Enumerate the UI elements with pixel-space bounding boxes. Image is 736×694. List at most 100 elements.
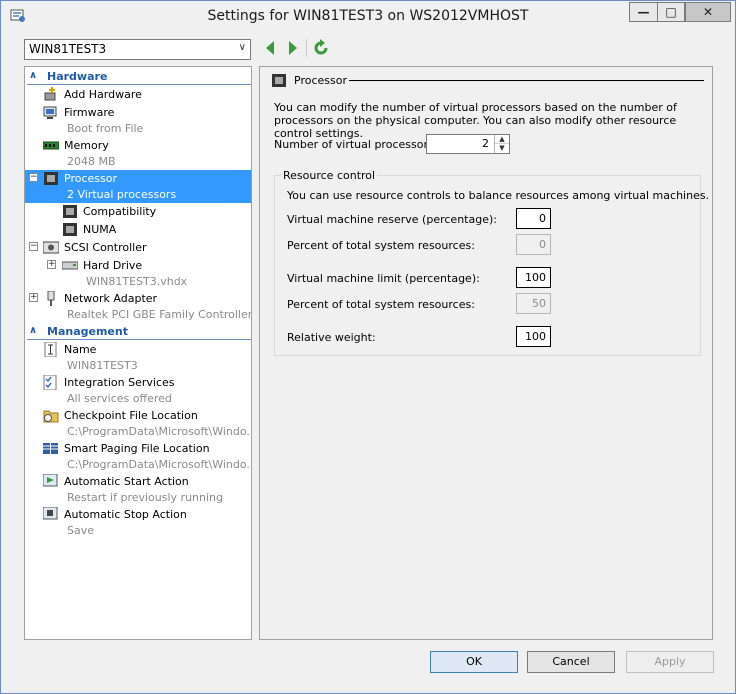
tree-item-memory[interactable]: Memory 2048 MB <box>25 137 251 170</box>
tree-item-processor[interactable]: − Processor 2 Virtual processors <box>25 170 251 203</box>
hardware-section-label: Hardware <box>47 70 108 83</box>
tree-item-compatibility[interactable]: Compatibility <box>25 203 251 221</box>
scsi-controller-icon <box>43 241 59 254</box>
tree-item-automatic-start-action[interactable]: Automatic Start Action Restart if previo… <box>25 473 251 506</box>
collapse-icon: ∧ <box>29 325 38 336</box>
tree-item-detail: C:\ProgramData\Microsoft\Windo... <box>67 458 252 471</box>
ok-button[interactable]: OK <box>430 651 518 673</box>
limit-percent-label: Percent of total system resources: <box>287 298 475 311</box>
expand-toggle[interactable]: + <box>29 293 38 302</box>
processor-settings-panel: Processor You can modify the number of v… <box>259 66 713 640</box>
back-arrow-icon[interactable] <box>264 40 276 56</box>
processor-icon <box>272 74 286 87</box>
virtual-processors-label: Number of virtual processors: <box>274 138 438 151</box>
processor-icon <box>63 205 77 218</box>
tree-item-label: Processor <box>64 172 117 185</box>
collapse-icon: ∧ <box>29 70 38 81</box>
add-hardware-icon <box>44 87 56 101</box>
virtual-processors-stepper[interactable]: 2 ▲ ▼ <box>426 134 510 154</box>
tree-item-hard-drive[interactable]: + Hard Drive WIN81TEST3.vhdx <box>25 257 251 290</box>
vm-dropdown[interactable]: WIN81TEST3 ∨ <box>24 39 251 60</box>
reserve-input[interactable]: 0 <box>516 208 551 229</box>
chevron-down-icon: ∨ <box>238 42 246 53</box>
tree-item-label: Automatic Start Action <box>64 475 189 488</box>
tree-item-label: SCSI Controller <box>64 241 147 254</box>
minimize-button[interactable]: — <box>629 2 657 22</box>
hard-drive-icon <box>62 261 78 270</box>
integration-services-icon <box>43 375 57 390</box>
tree-item-detail: Boot from File <box>67 122 144 135</box>
tree-item-smart-paging-file-location[interactable]: Smart Paging File Location C:\ProgramDat… <box>25 440 251 473</box>
tree-item-firmware[interactable]: Firmware Boot from File <box>25 104 251 137</box>
tree-item-checkpoint-file-location[interactable]: Checkpoint File Location C:\ProgramData\… <box>25 407 251 440</box>
tree-item-integration-services[interactable]: Integration Services All services offere… <box>25 374 251 407</box>
tree-item-name[interactable]: Name WIN81TEST3 <box>25 341 251 374</box>
tree-item-label: Checkpoint File Location <box>64 409 198 422</box>
collapse-toggle[interactable]: − <box>29 242 38 251</box>
tree-item-detail: Save <box>67 524 95 537</box>
tree-item-label: Network Adapter <box>64 292 158 305</box>
tree-item-label: Smart Paging File Location <box>64 442 210 455</box>
resource-control-group: Resource control You can use resource co… <box>274 169 709 356</box>
relative-weight-input[interactable]: 100 <box>516 326 551 347</box>
apply-button[interactable]: Apply <box>626 651 714 673</box>
tree-item-detail: C:\ProgramData\Microsoft\Windo... <box>67 425 252 438</box>
processor-icon <box>63 223 77 236</box>
network-adapter-icon <box>47 291 55 306</box>
automatic-stop-icon <box>43 507 58 520</box>
memory-icon <box>43 141 59 150</box>
tree-item-detail: Restart if previously running <box>67 491 223 504</box>
firmware-icon <box>43 106 57 119</box>
tree-item-add-hardware[interactable]: Add Hardware <box>25 86 251 103</box>
tree-item-scsi-controller[interactable]: − SCSI Controller <box>25 239 251 257</box>
title-bar[interactable]: Settings for WIN81TEST3 on WS2012VMHOST … <box>1 1 735 31</box>
title-divider <box>349 80 704 81</box>
reserve-percent-value: 0 <box>516 234 551 255</box>
tree-item-automatic-stop-action[interactable]: Automatic Stop Action Save <box>25 506 251 539</box>
tree-item-detail: Realtek PCI GBE Family Controller ... <box>67 308 252 321</box>
limit-input[interactable]: 100 <box>516 267 551 288</box>
tree-item-label: Compatibility <box>83 205 157 218</box>
processor-icon <box>44 172 58 185</box>
maximize-button[interactable]: □ <box>657 2 685 22</box>
checkpoint-folder-icon <box>43 410 59 423</box>
tree-item-label: Add Hardware <box>64 88 142 101</box>
smart-paging-icon <box>43 443 58 454</box>
hardware-section-header[interactable]: ∧ Hardware <box>27 69 251 85</box>
refresh-icon[interactable] <box>312 39 330 57</box>
tree-item-network-adapter[interactable]: + Network Adapter Realtek PCI GBE Family… <box>25 290 251 323</box>
tree-item-label: Firmware <box>64 106 115 119</box>
resource-control-title: Resource control <box>281 169 378 182</box>
stepper-up-icon[interactable]: ▲ <box>495 135 509 144</box>
cancel-button[interactable]: Cancel <box>527 651 615 673</box>
tree-item-numa[interactable]: NUMA <box>25 221 251 239</box>
automatic-start-icon <box>43 474 58 487</box>
forward-arrow-icon[interactable] <box>287 40 299 56</box>
stepper-buttons: ▲ ▼ <box>494 135 509 153</box>
relative-weight-label: Relative weight: <box>287 331 376 344</box>
management-section-label: Management <box>47 325 128 338</box>
limit-percent-value: 50 <box>516 293 551 314</box>
tree-item-detail: 2 Virtual processors <box>67 188 177 201</box>
close-button[interactable]: ✕ <box>685 2 731 22</box>
toolbar-divider <box>306 39 307 57</box>
tree-item-detail: WIN81TEST3 <box>67 359 138 372</box>
name-field-icon <box>44 342 57 357</box>
expand-toggle[interactable]: + <box>47 260 56 269</box>
limit-label: Virtual machine limit (percentage): <box>287 272 480 285</box>
resource-control-description: You can use resource controls to balance… <box>287 189 710 202</box>
tree-item-detail: WIN81TEST3.vhdx <box>86 275 188 288</box>
tree-item-label: Hard Drive <box>83 259 143 272</box>
stepper-down-icon[interactable]: ▼ <box>495 144 509 153</box>
settings-tree: ∧ Hardware Add Hardware Firmware Boot fr… <box>24 66 252 640</box>
virtual-processors-value: 2 <box>482 137 489 150</box>
reserve-percent-label: Percent of total system resources: <box>287 239 475 252</box>
close-icon: ✕ <box>702 5 714 19</box>
management-section-header[interactable]: ∧ Management <box>27 324 251 340</box>
collapse-toggle[interactable]: − <box>29 173 38 182</box>
vm-dropdown-value: WIN81TEST3 <box>29 42 107 56</box>
tree-item-label: Automatic Stop Action <box>64 508 187 521</box>
reserve-label: Virtual machine reserve (percentage): <box>287 213 497 226</box>
tree-item-detail: 2048 MB <box>67 155 116 168</box>
tree-item-detail: All services offered <box>67 392 172 405</box>
